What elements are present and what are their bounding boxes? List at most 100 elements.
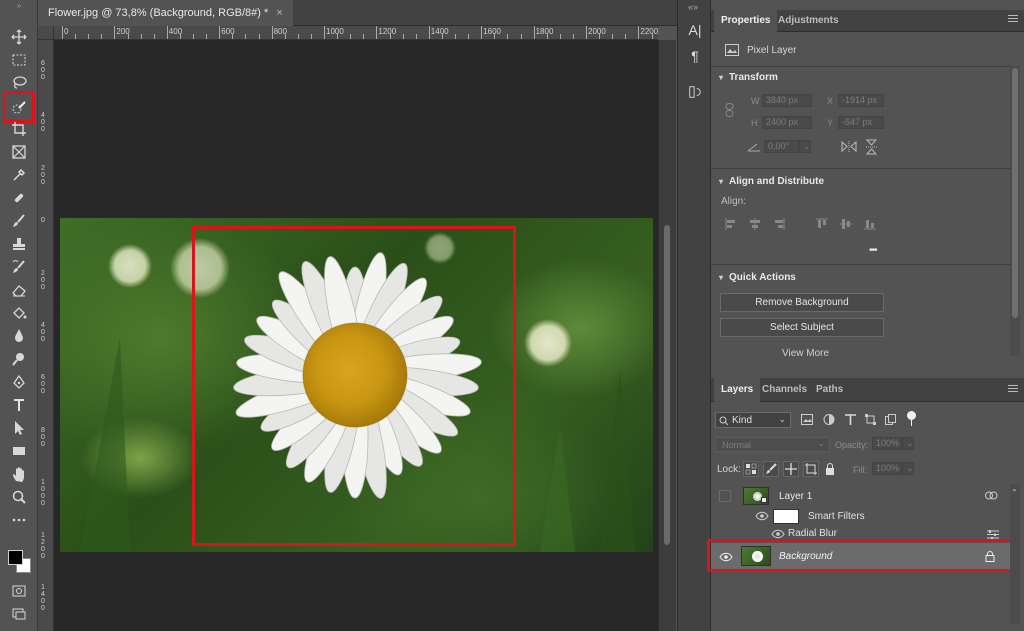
lock-all-icon[interactable]: [825, 463, 835, 475]
layers-scrollbar[interactable]: ⌃: [1010, 484, 1020, 624]
marquee-icon[interactable]: [9, 50, 29, 70]
screen-mode-icon[interactable]: [9, 604, 29, 624]
transform-section-header[interactable]: ▾ Transform: [719, 72, 778, 83]
filter-type-icon[interactable]: [845, 414, 856, 425]
checkerboard-glyph: [745, 463, 757, 475]
more-tools-icon[interactable]: [9, 510, 29, 530]
filter-adjustment-icon[interactable]: [823, 414, 835, 425]
width-field[interactable]: 3840 px: [762, 94, 812, 107]
vertical-ruler[interactable]: 600 400 200 0 200 400 600 800 1000 1200 1400: [38, 40, 54, 631]
opacity-dropdown[interactable]: ⌄: [902, 437, 914, 450]
document-tab[interactable]: Flower.jpg @ 73,8% (Background, RGB/8#) …: [38, 0, 293, 26]
filter-smart-object-icon[interactable]: [885, 414, 896, 425]
align-top-edges-icon[interactable]: [816, 218, 828, 230]
eye-icon[interactable]: [771, 529, 785, 539]
move-icon[interactable]: [9, 27, 29, 47]
lock-image-pixels-icon[interactable]: [763, 461, 779, 477]
angle-field[interactable]: 0,00°: [764, 140, 799, 153]
lock-position-icon[interactable]: [783, 461, 799, 477]
quick-selection-icon[interactable]: [3, 91, 35, 123]
angle-dropdown[interactable]: ⌄: [799, 140, 811, 153]
healing-brush-icon[interactable]: [9, 188, 29, 208]
pen-icon[interactable]: [9, 372, 29, 392]
history-brush-icon[interactable]: [9, 257, 29, 277]
lasso-icon[interactable]: [9, 72, 29, 92]
visibility-toggle[interactable]: [719, 490, 731, 502]
filter-blending-options-icon[interactable]: [987, 530, 999, 539]
fill-dropdown[interactable]: ⌄: [902, 462, 914, 475]
tab-paths[interactable]: Paths: [809, 378, 850, 402]
flip-vertical-icon[interactable]: [866, 139, 877, 155]
tab-adjustments[interactable]: Adjustments: [771, 10, 846, 32]
blur-icon[interactable]: [9, 326, 29, 346]
quick-actions-section-header[interactable]: ▾ Quick Actions: [719, 272, 796, 283]
quick-mask-icon[interactable]: [9, 581, 29, 601]
hand-icon[interactable]: [9, 464, 29, 484]
eye-icon[interactable]: [755, 511, 769, 521]
flip-horizontal-icon[interactable]: [841, 141, 857, 152]
tab-layers[interactable]: Layers: [714, 378, 761, 402]
align-right-edges-icon[interactable]: [773, 218, 785, 230]
properties-scrollbar[interactable]: [1010, 66, 1020, 356]
clone-stamp-icon[interactable]: [9, 234, 29, 254]
fill-field[interactable]: 100%: [872, 462, 902, 475]
align-section-header[interactable]: ▾ Align and Distribute: [719, 176, 824, 187]
lock-transparent-pixels-icon[interactable]: [743, 461, 759, 477]
x-field[interactable]: -1914 px: [838, 94, 884, 107]
paint-bucket-icon[interactable]: [9, 303, 29, 323]
align-left-edges-icon[interactable]: [725, 218, 737, 230]
scrollbar-thumb[interactable]: [1012, 68, 1018, 318]
filter-pixel-icon[interactable]: [801, 414, 813, 425]
y-field[interactable]: -547 px: [838, 116, 884, 129]
panel-menu-icon[interactable]: [1008, 15, 1018, 25]
select-subject-button[interactable]: Select Subject: [720, 318, 884, 337]
height-field[interactable]: 2400 px: [762, 116, 812, 129]
dodge-icon[interactable]: [9, 349, 29, 369]
align-title: Align and Distribute: [729, 176, 824, 187]
crop-icon[interactable]: [9, 119, 29, 139]
eyedropper-icon[interactable]: [9, 165, 29, 185]
canvas-area[interactable]: [54, 40, 658, 631]
align-vertical-centers-icon[interactable]: [840, 218, 852, 230]
tab-channels[interactable]: Channels: [755, 378, 814, 402]
frame-icon[interactable]: [9, 142, 29, 162]
caret-down-icon: ▾: [719, 177, 724, 186]
layer-name: Layer 1: [779, 491, 813, 502]
ruler-minor-tick: [206, 34, 208, 39]
blend-mode-dropdown[interactable]: Normal ⌄: [715, 437, 830, 452]
align-more-button[interactable]: •••: [869, 245, 877, 256]
layer-row[interactable]: Layer 1: [711, 484, 1010, 509]
eraser-icon[interactable]: [9, 280, 29, 300]
opacity-field[interactable]: 100%: [872, 437, 902, 450]
color-swatches[interactable]: [6, 548, 34, 576]
canvas-vertical-scrollbar[interactable]: [658, 40, 676, 631]
collapse-panels-icon[interactable]: «»: [688, 2, 698, 12]
panel-collapse-icon[interactable]: »: [14, 2, 24, 10]
filter-shape-icon[interactable]: [865, 414, 876, 425]
ruler-origin[interactable]: [38, 26, 54, 40]
close-tab-icon[interactable]: ×: [276, 7, 282, 19]
history-panel-icon[interactable]: [685, 82, 705, 102]
zoom-icon[interactable]: [9, 487, 29, 507]
align-horizontal-centers-icon[interactable]: [749, 218, 761, 230]
link-icon[interactable]: [725, 103, 735, 117]
align-bottom-edges-icon[interactable]: [864, 218, 876, 230]
height-label: H: [751, 118, 758, 128]
brush-icon[interactable]: [9, 211, 29, 231]
foreground-color-swatch[interactable]: [8, 550, 23, 565]
remove-background-button[interactable]: Remove Background: [720, 293, 884, 312]
type-icon[interactable]: [9, 395, 29, 415]
paragraph-panel-icon[interactable]: ¶: [685, 46, 705, 66]
layer-filter-dropdown[interactable]: Kind ⌄: [715, 412, 791, 428]
path-selection-icon[interactable]: [9, 418, 29, 438]
scroll-up-icon[interactable]: ⌃: [1011, 488, 1018, 497]
character-panel-icon[interactable]: A|: [685, 20, 705, 40]
lock-artboard-icon[interactable]: [803, 461, 819, 477]
rectangle-icon[interactable]: [9, 441, 29, 461]
tab-properties[interactable]: Properties: [714, 10, 778, 32]
horizontal-ruler[interactable]: 0 200 400 600 800 1000 1200 1400 1600 1800 2000 220…: [54, 26, 658, 40]
smart-filters-row[interactable]: Smart Filters: [711, 507, 1010, 525]
layers-panel-menu-icon[interactable]: [1008, 385, 1018, 395]
ruler-tick: [62, 26, 63, 39]
scrollbar-thumb[interactable]: [664, 225, 670, 545]
